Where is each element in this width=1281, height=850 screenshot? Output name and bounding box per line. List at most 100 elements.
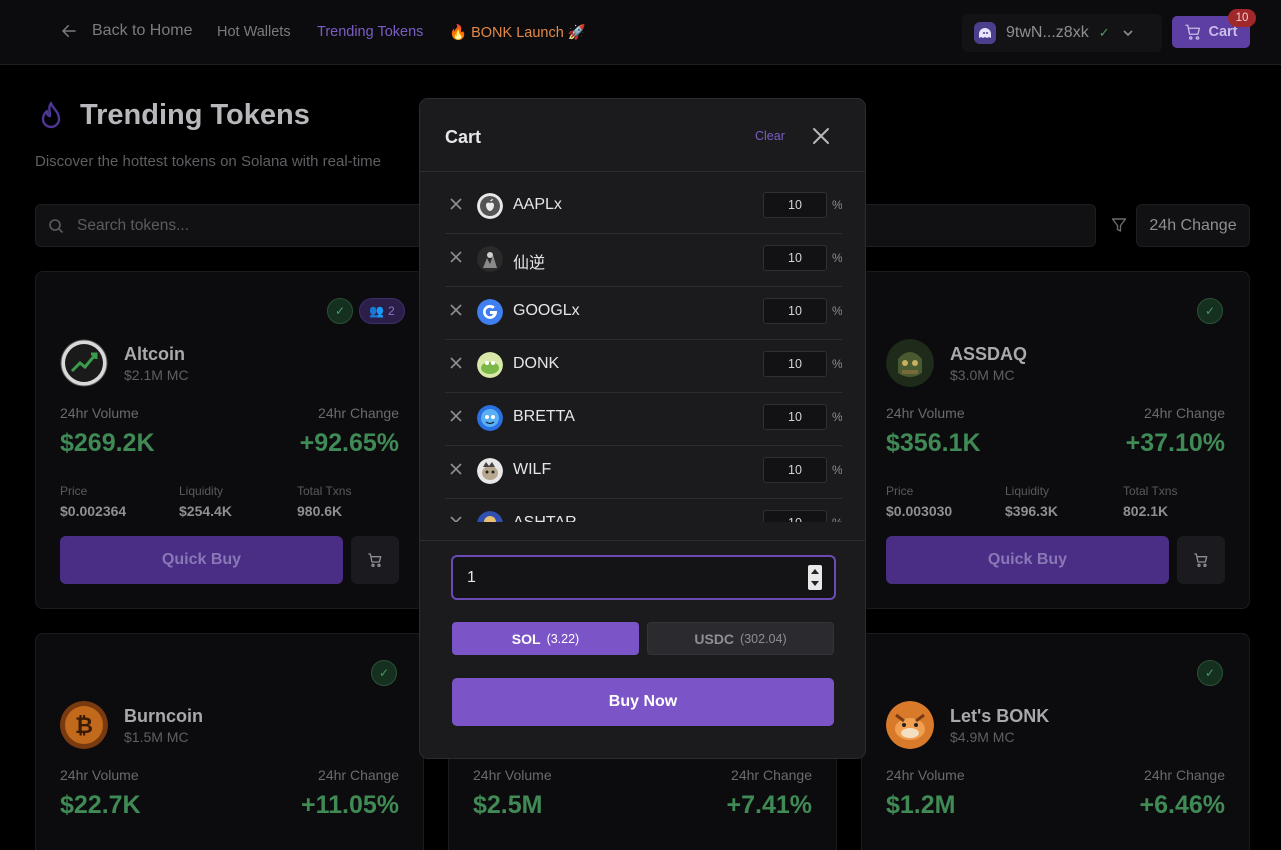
- token-card[interactable]: ✓ ₿ Burncoin $1.5M MC 24hr Volume 24hr C…: [35, 633, 424, 850]
- search-placeholder: Search tokens...: [77, 217, 190, 234]
- remove-item-icon[interactable]: [450, 357, 462, 369]
- percent-input[interactable]: 10: [763, 457, 827, 483]
- buy-now-button[interactable]: Buy Now: [452, 678, 834, 726]
- cart-item-name: BRETTA: [513, 408, 575, 425]
- percent-input[interactable]: 10: [763, 510, 827, 522]
- percent-symbol: %: [832, 410, 842, 424]
- volume-label: 24hr Volume: [473, 767, 552, 783]
- amount-value: 1: [467, 569, 476, 586]
- currency-balance: (302.04): [740, 631, 787, 646]
- token-logo: ₿: [60, 701, 108, 749]
- amount-input[interactable]: 1: [451, 555, 836, 600]
- token-logo: [886, 339, 934, 387]
- currency-label: USDC: [694, 630, 735, 647]
- txns-label: Total Txns: [297, 484, 352, 498]
- token-logo: [60, 339, 108, 387]
- token-card[interactable]: ✓ Let's BONK $4.9M MC 24hr Volume 24hr C…: [861, 633, 1250, 850]
- remove-item-icon[interactable]: [450, 463, 462, 475]
- cart-item-name: AAPLx: [513, 196, 562, 213]
- market-cap: $3.0M MC: [950, 367, 1015, 383]
- token-logo: [477, 246, 503, 272]
- percent-input[interactable]: 10: [763, 245, 827, 271]
- liquidity-label: Liquidity: [179, 484, 224, 498]
- svg-text:₿: ₿: [75, 714, 93, 739]
- arrow-left-icon: [61, 25, 76, 37]
- percent-input[interactable]: 10: [763, 351, 827, 377]
- remove-item-icon[interactable]: [450, 304, 462, 316]
- token-logo: [477, 193, 503, 219]
- cart-item-name: 仙逆: [513, 255, 546, 272]
- number-stepper[interactable]: [808, 565, 822, 590]
- quick-buy-button[interactable]: Quick Buy: [886, 536, 1169, 584]
- percent-input[interactable]: 10: [763, 192, 827, 218]
- nav-trending-tokens[interactable]: Trending Tokens: [317, 24, 423, 40]
- verified-check-icon: ✓: [1098, 25, 1110, 40]
- cart-item-name: GOOGLx: [513, 302, 580, 319]
- volume-value: $1.2M: [886, 791, 956, 819]
- txns-value: 980.6K: [297, 503, 343, 519]
- caret-up-icon[interactable]: [811, 568, 819, 574]
- liquidity-label: Liquidity: [1005, 484, 1050, 498]
- filter-icon[interactable]: [1111, 217, 1127, 233]
- token-logo: [477, 405, 503, 431]
- change-value: +92.65%: [299, 429, 399, 457]
- change-value: +11.05%: [300, 791, 399, 819]
- remove-item-icon[interactable]: [450, 410, 462, 422]
- txns-label: Total Txns: [1123, 484, 1178, 498]
- market-cap: $4.9M MC: [950, 729, 1015, 745]
- volume-value: $356.1K: [886, 429, 981, 457]
- add-to-cart-button[interactable]: [1177, 536, 1225, 584]
- percent-input[interactable]: 10: [763, 404, 827, 430]
- currency-usdc-button[interactable]: USDC (302.04): [647, 622, 834, 655]
- change-label: 24hr Change: [318, 767, 399, 783]
- price-value: $0.002364: [60, 503, 127, 519]
- cart-modal-title: Cart: [445, 127, 482, 147]
- percent-input[interactable]: 10: [763, 298, 827, 324]
- back-label: Back to Home: [92, 22, 193, 39]
- quick-buy-button[interactable]: Quick Buy: [60, 536, 343, 584]
- remove-item-icon[interactable]: [450, 198, 462, 210]
- divider: [420, 171, 865, 172]
- txns-value: 802.1K: [1123, 503, 1169, 519]
- add-to-cart-button[interactable]: [351, 536, 399, 584]
- close-icon[interactable]: [811, 126, 831, 146]
- currency-sol-button[interactable]: SOL (3.22): [452, 622, 639, 655]
- token-name: Burncoin: [124, 706, 203, 726]
- cart-count-badge: 10: [1228, 9, 1256, 27]
- change-label: 24hr Change: [318, 405, 399, 421]
- remove-item-icon[interactable]: [450, 516, 462, 522]
- change-label: 24hr Change: [1144, 405, 1225, 421]
- caret-down-icon[interactable]: [811, 581, 819, 587]
- cart-item-name: DONK: [513, 355, 560, 372]
- remove-item-icon[interactable]: [450, 251, 462, 263]
- wallet-selector[interactable]: 9twN...z8xk ✓: [962, 14, 1162, 52]
- verified-check-icon: ✓: [1197, 660, 1223, 686]
- token-card[interactable]: ✓ ASSDAQ $3.0M MC 24hr Volume 24hr Chang…: [861, 271, 1250, 609]
- token-name: ASSDAQ: [950, 344, 1028, 364]
- cart-item-list[interactable]: AAPLx 10 % 仙逆 10 % GOOGLx 10 % DONK 10 %: [445, 181, 842, 522]
- cart-item: WILF 10 %: [445, 446, 842, 499]
- volume-label: 24hr Volume: [60, 767, 139, 783]
- percent-symbol: %: [832, 463, 842, 477]
- volume-value: $2.5M: [473, 791, 543, 819]
- sort-dropdown[interactable]: 24h Change: [1136, 204, 1250, 247]
- change-value: +7.41%: [726, 791, 813, 819]
- percent-symbol: %: [832, 251, 842, 265]
- cart-item: BRETTA 10 %: [445, 393, 842, 446]
- volume-value: $269.2K: [60, 429, 155, 457]
- token-card[interactable]: 👥 2 ✓ Altcoin $2.1M MC 24hr Volume 24hr …: [35, 271, 424, 609]
- token-logo: [477, 299, 503, 325]
- clear-cart-button[interactable]: Clear: [755, 129, 785, 143]
- flame-icon: [41, 101, 61, 129]
- back-to-home-link[interactable]: Back to Home: [60, 22, 192, 40]
- shopping-cart-icon: [1194, 553, 1208, 567]
- wallet-address: 9twN...z8xk: [1006, 24, 1089, 41]
- currency-balance: (3.22): [546, 631, 580, 646]
- nav-hot-wallets[interactable]: Hot Wallets: [217, 24, 291, 40]
- volume-label: 24hr Volume: [60, 405, 139, 421]
- liquidity-value: $254.4K: [179, 503, 232, 519]
- change-label: 24hr Change: [1144, 767, 1225, 783]
- market-cap: $2.1M MC: [124, 367, 189, 383]
- cart-item: AAPLx 10 %: [445, 181, 842, 234]
- nav-bonk-launch[interactable]: 🔥 BONK Launch 🚀: [449, 24, 586, 41]
